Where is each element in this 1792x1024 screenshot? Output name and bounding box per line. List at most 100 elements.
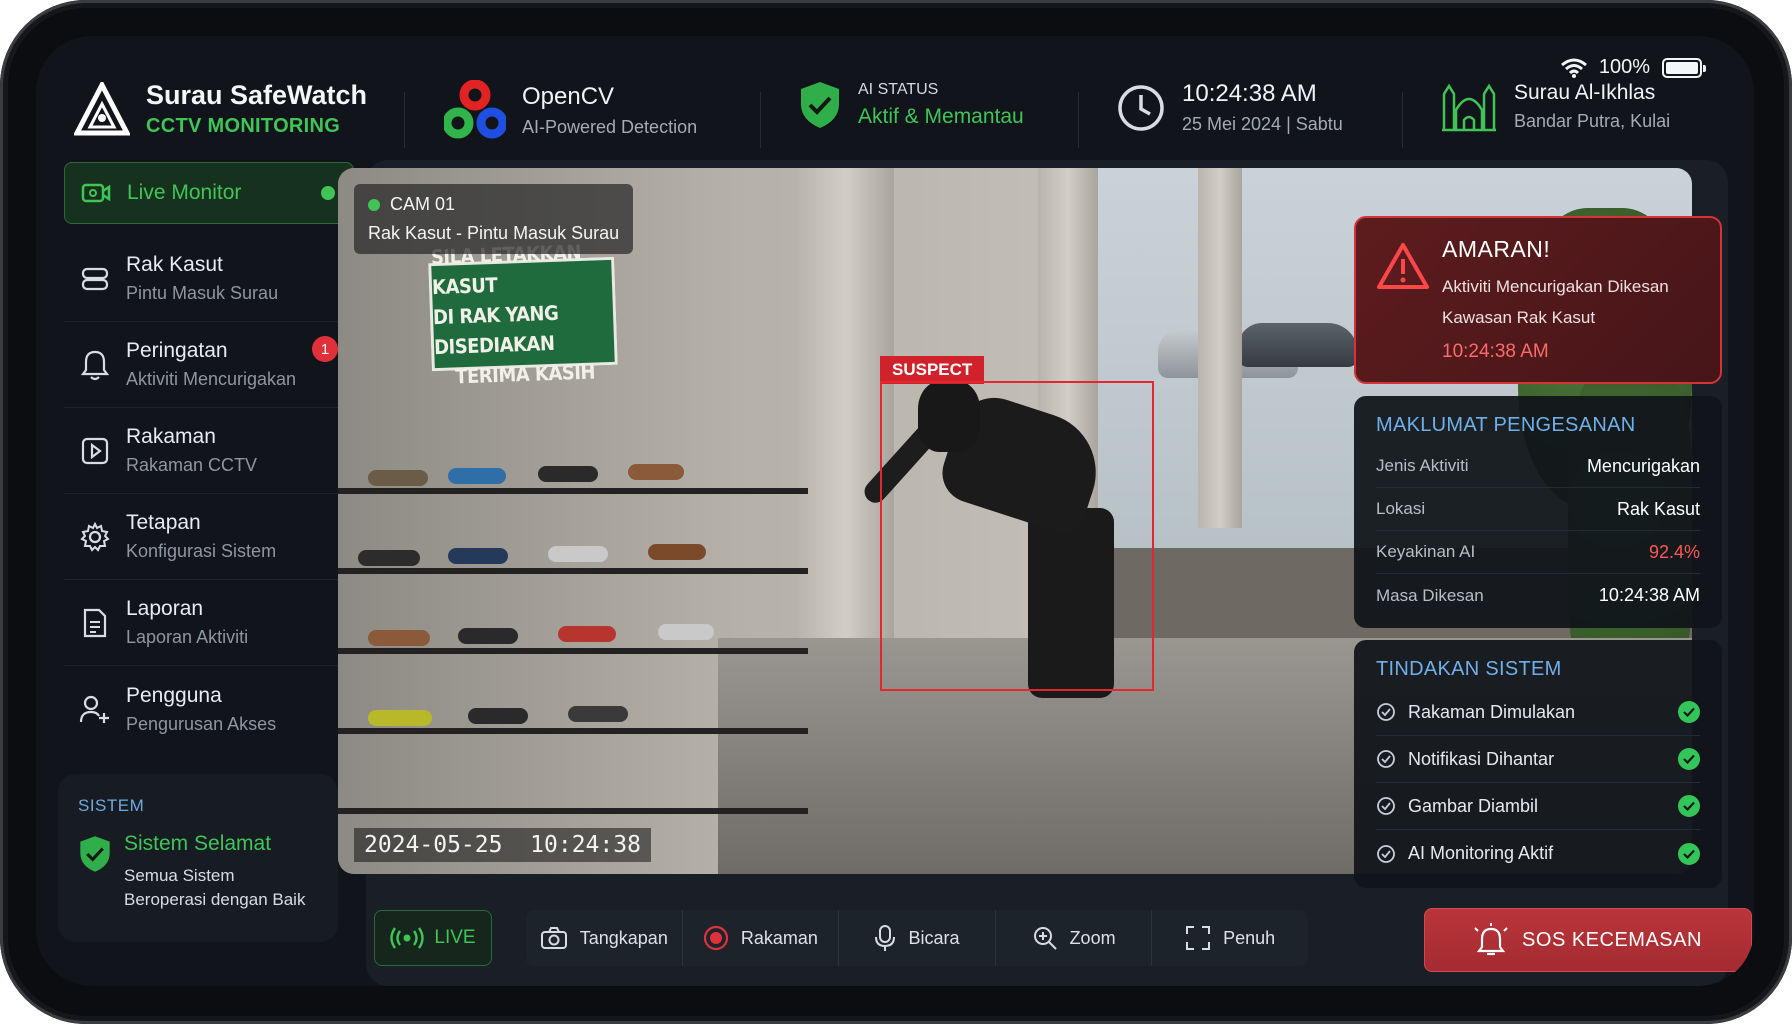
camera-id: CAM 01	[390, 194, 456, 214]
sidebar-item-label: Rak Kasut	[126, 253, 223, 276]
rack-shelf	[338, 808, 808, 814]
check-icon	[1678, 795, 1700, 817]
camera-location: Rak Kasut - Pintu Masuk Surau	[368, 223, 620, 243]
system-actions-panel: TINDAKAN SISTEM Rakaman Dimulakan Notifi…	[1354, 640, 1722, 888]
sidebar-item-tetapan[interactable]: Tetapan Konfigurasi Sistem	[64, 494, 354, 580]
sos-emergency-button[interactable]: SOS KECEMASAN	[1424, 908, 1752, 972]
opencv-logo-icon	[444, 80, 506, 139]
check-icon	[1678, 748, 1700, 770]
engine-subtitle: AI-Powered Detection	[522, 116, 698, 137]
sidebar-item-rakaman[interactable]: Rakaman Rakaman CCTV	[64, 408, 354, 494]
clock-time: 10:24:38 AM	[1182, 80, 1317, 107]
detection-value: 10:24:38 AM	[1598, 585, 1700, 605]
zoom-in-icon	[1033, 927, 1057, 950]
sign-line: TERIMA KASIH	[454, 359, 596, 389]
system-description: Semua Sistem Beroperasi dengan Baik	[124, 866, 306, 909]
system-title: Sistem Selamat	[124, 832, 272, 855]
sandal	[558, 626, 616, 642]
header-divider	[1402, 92, 1403, 148]
zoom-button[interactable]: Zoom	[996, 910, 1153, 966]
action-label: Gambar Diambil	[1408, 795, 1539, 816]
capture-label: Tangkapan	[579, 927, 668, 948]
header-divider	[404, 92, 405, 148]
alert-card[interactable]: AMARAN! Aktiviti Mencurigakan Dikesan Ka…	[1354, 216, 1722, 384]
sandal	[458, 628, 518, 644]
camera-snapshot-icon	[540, 927, 567, 949]
mosque-icon	[1442, 83, 1496, 132]
detection-heading: MAKLUMAT PENGESANAN	[1376, 414, 1636, 436]
detection-key: Jenis Aktiviti	[1376, 456, 1469, 475]
sidebar-item-label: Tetapan	[126, 511, 201, 534]
action-label: Notifikasi Dihantar	[1408, 748, 1555, 769]
sandal	[448, 548, 508, 564]
sidebar-item-live-monitor[interactable]: Live Monitor	[64, 162, 354, 224]
app-screen: 100% Surau SafeWatch CCTV MONITORING Ope…	[36, 36, 1754, 986]
sidebar-item-pengguna[interactable]: Pengguna Pengurusan Akses	[64, 666, 354, 752]
camera-online-dot	[368, 198, 380, 211]
sidebar-item-sublabel: Pengurusan Akses	[126, 713, 277, 734]
check-circle-icon	[1377, 797, 1395, 815]
check-circle-icon	[1377, 750, 1395, 768]
live-button[interactable]: LIVE	[374, 910, 492, 966]
engine-title: OpenCV	[522, 82, 615, 110]
detection-confidence: 92.4%	[1648, 541, 1700, 562]
sidebar-item-label: Pengguna	[126, 683, 222, 707]
sidebar-item-sublabel: Pintu Masuk Surau	[126, 283, 279, 303]
rack-shelf	[338, 648, 808, 654]
sign-line: DI RAK YANG DISEDIAKAN	[432, 300, 559, 360]
detection-row: Keyakinan AI 92.4%	[1376, 531, 1700, 574]
action-row: Notifikasi Dihantar	[1376, 736, 1700, 783]
fullscreen-label: Penuh	[1223, 927, 1276, 948]
record-button[interactable]: Rakaman	[683, 910, 840, 966]
zoom-label: Zoom	[1069, 927, 1116, 948]
alert-message: Aktiviti Mencurigakan Dikesan Kawasan Ra…	[1442, 277, 1669, 327]
camera-icon	[79, 176, 113, 210]
sandal	[568, 706, 628, 722]
sidebar-item-label: Rakaman	[126, 425, 216, 448]
alert-time: 10:24:38 AM	[1442, 341, 1549, 362]
header-divider	[1078, 92, 1079, 148]
check-icon	[1678, 701, 1700, 723]
pillar	[1198, 168, 1242, 528]
shoe-rack-icon	[78, 262, 112, 296]
sandal	[368, 630, 430, 646]
sidebar-item-rak-kasut[interactable]: Rak Kasut Pintu Masuk Surau	[64, 236, 354, 322]
header: Surau SafeWatch CCTV MONITORING OpenCV A…	[36, 56, 1754, 176]
fullscreen-button[interactable]: Penuh	[1152, 910, 1308, 966]
sandal	[368, 470, 428, 486]
detection-box	[880, 381, 1154, 691]
sos-label: SOS KECEMASAN	[1522, 928, 1702, 951]
action-row: Gambar Diambil	[1376, 783, 1700, 830]
record-label: Rakaman	[740, 927, 818, 948]
detection-key: Lokasi	[1376, 499, 1426, 518]
ai-status-value: Aktif & Memantau	[858, 105, 1024, 128]
document-icon	[78, 606, 112, 640]
notice-sign: SILA LETAKKAN KASUT DI RAK YANG DISEDIAK…	[428, 240, 618, 388]
sidebar-item-peringatan[interactable]: Peringatan Aktiviti Mencurigakan 1	[64, 322, 354, 408]
live-label: LIVE	[434, 927, 476, 948]
ai-status: AI STATUS Aktif & Memantau	[798, 80, 1024, 130]
play-recording-icon	[78, 434, 112, 468]
detection-key: Keyakinan AI	[1376, 542, 1476, 561]
rack-shelf	[338, 488, 808, 494]
bell-icon	[78, 348, 112, 382]
sandal	[658, 624, 714, 640]
sidebar-item-sublabel: Rakaman CCTV	[126, 455, 258, 475]
sidebar-item-laporan[interactable]: Laporan Laporan Aktiviti	[64, 580, 354, 666]
app-title: Surau SafeWatch	[146, 80, 368, 110]
parked-car	[1238, 323, 1358, 367]
detection-row: Lokasi Rak Kasut	[1376, 488, 1700, 531]
alarm-bell-icon	[1474, 923, 1508, 956]
brand[interactable]: Surau SafeWatch CCTV MONITORING	[74, 80, 367, 138]
sandal	[448, 468, 506, 484]
system-status-card: SISTEM Sistem Selamat Semua Sistem Berop…	[58, 774, 338, 942]
sandal	[548, 546, 608, 562]
actions-heading: TINDAKAN SISTEM	[1376, 658, 1562, 680]
microphone-icon	[875, 925, 896, 951]
rack-shelf	[338, 568, 808, 574]
sidebar-item-sublabel: Laporan Aktiviti	[126, 627, 249, 647]
detection-row: Masa Dikesan 10:24:38 AM	[1376, 574, 1700, 617]
tablet-frame: 100% Surau SafeWatch CCTV MONITORING Ope…	[0, 0, 1792, 1024]
talk-button[interactable]: Bicara	[839, 910, 996, 966]
capture-button[interactable]: Tangkapan	[526, 910, 683, 966]
